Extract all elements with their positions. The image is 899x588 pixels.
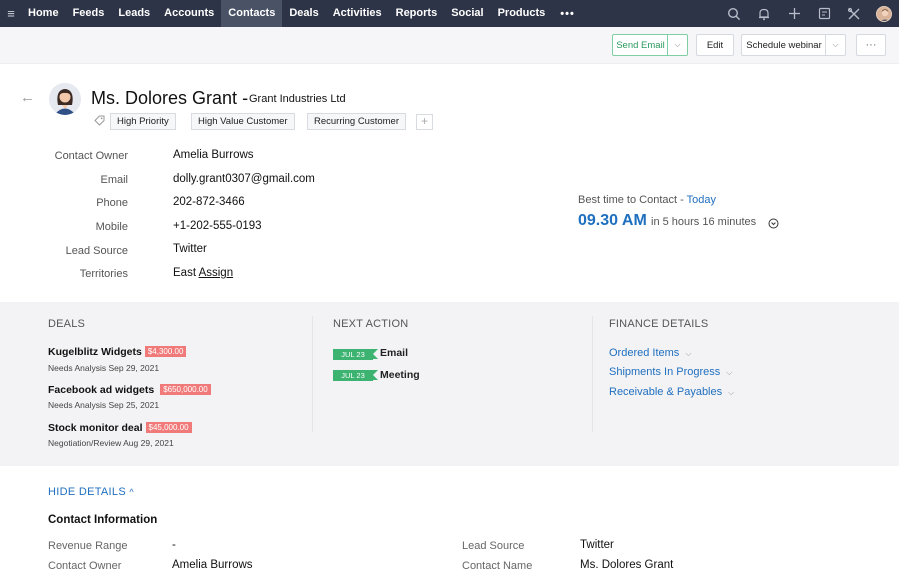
finance-link-shipments[interactable]: Shipments In Progress ⌵ xyxy=(609,366,732,378)
hamburger-menu-icon[interactable]: ≡ xyxy=(1,0,21,27)
chevron-down-icon: ⌵ xyxy=(728,388,735,397)
tag-high-priority[interactable]: High Priority xyxy=(110,113,176,130)
chevron-down-icon: ⌵ xyxy=(832,40,839,49)
assign-link[interactable]: Assign xyxy=(199,267,234,279)
deal-stage: Needs Analysis Sep 29, 2021 xyxy=(48,363,160,373)
nav-feeds[interactable]: Feeds xyxy=(66,0,112,27)
nav-social[interactable]: Social xyxy=(444,0,490,27)
contact-avatar xyxy=(49,83,81,115)
deal-amount-badge: $650,000.00 xyxy=(160,384,211,395)
deal-stage: Negotiation/Review Aug 29, 2021 xyxy=(48,438,174,448)
deals-title: DEALS xyxy=(48,318,86,330)
detail-label: Contact Owner xyxy=(48,560,122,572)
field-value-email[interactable]: dolly.grant0307@gmail.com xyxy=(173,173,315,185)
bell-icon[interactable] xyxy=(749,0,779,27)
plus-icon[interactable] xyxy=(779,0,809,27)
detail-label: Revenue Range xyxy=(48,540,128,552)
next-action-title: NEXT ACTION xyxy=(333,318,409,330)
tag-icon xyxy=(94,115,105,129)
nav-deals[interactable]: Deals xyxy=(282,0,325,27)
nav-activities[interactable]: Activities xyxy=(326,0,389,27)
best-time-day[interactable]: Today xyxy=(687,194,716,206)
deal-name[interactable]: Kugelblitz Widgets $4,300.00 xyxy=(48,346,187,358)
tag-high-value-customer[interactable]: High Value Customer xyxy=(191,113,295,130)
section-title: Contact Information xyxy=(48,514,158,526)
send-email-button[interactable]: Send Email xyxy=(612,34,668,56)
edit-button[interactable]: Edit xyxy=(696,34,734,56)
chevron-down-icon: ⌵ xyxy=(685,349,692,358)
schedule-webinar-button[interactable]: Schedule webinar xyxy=(741,34,826,56)
company-name[interactable]: Grant Industries Ltd xyxy=(249,93,346,105)
field-value-contact-owner[interactable]: Amelia Burrows xyxy=(173,149,254,161)
detail-value[interactable]: Ms. Dolores Grant xyxy=(580,559,673,571)
calendar-icon[interactable] xyxy=(809,0,839,27)
nav-right-tools xyxy=(719,0,899,27)
schedule-webinar-dropdown[interactable]: ⌵ xyxy=(825,34,846,56)
date-badge: JUL 23 xyxy=(333,349,378,360)
detail-value[interactable]: - xyxy=(172,539,176,551)
clock-icon[interactable] xyxy=(768,218,779,232)
next-action-item[interactable]: Email xyxy=(380,347,408,359)
finance-details-title: FINANCE DETAILS xyxy=(609,318,709,330)
detail-label: Lead Source xyxy=(462,540,525,552)
deal-amount-badge: $4,300.00 xyxy=(144,346,187,357)
next-action-item[interactable]: Meeting xyxy=(380,369,420,381)
field-value-mobile[interactable]: +1-202-555-0193 xyxy=(173,220,262,232)
contact-name: Ms. Dolores Grant - xyxy=(91,88,249,108)
field-label-lead-source: Lead Source xyxy=(65,245,128,257)
deal-name[interactable]: Stock monitor deal $45,000.00 xyxy=(48,422,192,434)
field-label-mobile: Mobile xyxy=(95,221,128,233)
nav-more-icon[interactable]: ••• xyxy=(552,8,583,20)
back-arrow-icon[interactable]: ← xyxy=(20,89,35,106)
tag-recurring-customer[interactable]: Recurring Customer xyxy=(307,113,406,130)
nav-contacts[interactable]: Contacts xyxy=(221,0,283,27)
chevron-down-icon: ⌵ xyxy=(674,40,681,49)
nav-accounts[interactable]: Accounts xyxy=(157,0,221,27)
best-time-value: 09.30 AM xyxy=(578,212,647,229)
date-badge: JUL 23 xyxy=(333,370,378,381)
chevron-down-icon: ⌵ xyxy=(726,368,733,377)
nav-leads[interactable]: Leads xyxy=(111,0,157,27)
field-label-email: Email xyxy=(100,174,128,186)
nav-home[interactable]: Home xyxy=(21,0,66,27)
field-label-territories: Territories xyxy=(79,268,128,280)
more-options-button[interactable]: ··· xyxy=(856,34,886,56)
record-toolbar: Send Email ⌵ Edit Schedule webinar ⌵ ··· xyxy=(0,27,899,64)
field-value-lead-source[interactable]: Twitter xyxy=(173,243,207,255)
nav-reports[interactable]: Reports xyxy=(389,0,445,27)
search-icon[interactable] xyxy=(719,0,749,27)
detail-label: Contact Name xyxy=(462,560,533,572)
detail-value[interactable]: Amelia Burrows xyxy=(172,559,253,571)
finance-link-ordered-items[interactable]: Ordered Items ⌵ xyxy=(609,347,691,359)
divider xyxy=(592,316,593,432)
add-tag-button[interactable]: + xyxy=(416,114,433,130)
best-time-countdown: in 5 hours 16 minutes xyxy=(651,216,757,228)
chevron-up-icon: ^ xyxy=(129,487,134,497)
user-avatar[interactable] xyxy=(869,0,899,27)
deal-amount-badge: $45,000.00 xyxy=(145,422,192,433)
deal-stage: Needs Analysis Sep 25, 2021 xyxy=(48,400,160,410)
top-navigation: ≡ Home Feeds Leads Accounts Contacts Dea… xyxy=(0,0,899,27)
divider xyxy=(312,316,313,432)
field-value-territories: East Assign xyxy=(173,267,234,279)
finance-link-receivables[interactable]: Receivable & Payables ⌵ xyxy=(609,386,734,398)
nav-products[interactable]: Products xyxy=(491,0,553,27)
hide-details-toggle[interactable]: HIDE DETAILS ^ xyxy=(48,486,134,498)
detail-value[interactable]: Twitter xyxy=(580,539,614,551)
field-label-contact-owner: Contact Owner xyxy=(54,150,128,162)
best-time-label: Best time to Contact - Today xyxy=(578,194,716,206)
deal-name[interactable]: Facebook ad widgets $650,000.00 xyxy=(48,384,211,396)
field-label-phone: Phone xyxy=(96,197,128,209)
field-value-phone[interactable]: 202-872-3466 xyxy=(173,196,245,208)
setup-tools-icon[interactable] xyxy=(839,0,869,27)
send-email-dropdown[interactable]: ⌵ xyxy=(667,34,688,56)
